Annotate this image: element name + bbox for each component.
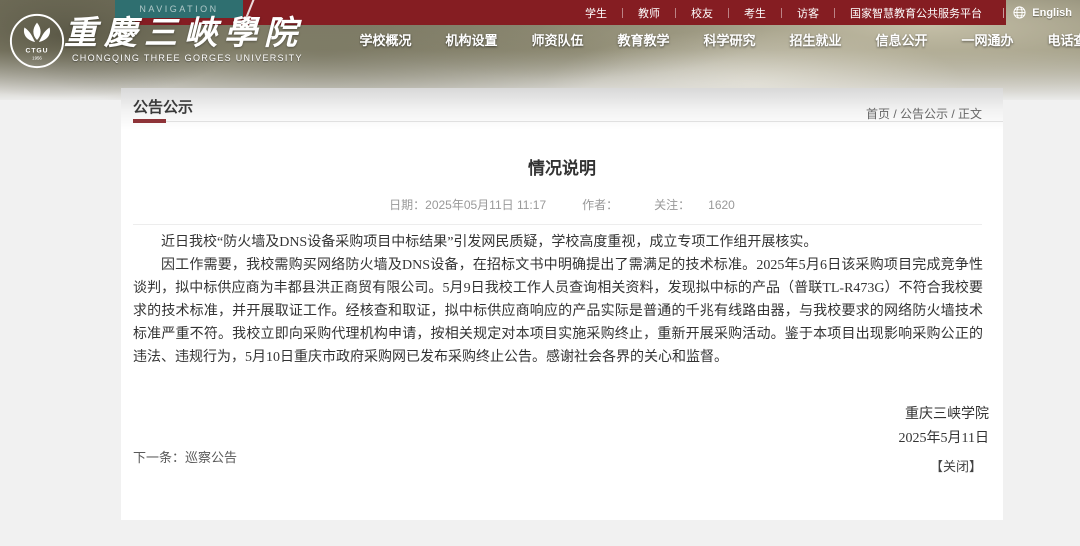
nav-item-online-services[interactable]: 一网通办 [961, 30, 1014, 52]
topbar-link-visitors[interactable]: 访客 [782, 5, 834, 21]
topbar-link-applicants[interactable]: 考生 [729, 5, 781, 21]
nav-item-faculty[interactable]: 师资队伍 [531, 30, 584, 52]
prev-article-label: 下一条： [133, 450, 185, 465]
article-signature: 重庆三峡学院 2025年5月11日 [899, 403, 989, 451]
nav-item-education[interactable]: 教育教学 [617, 30, 670, 52]
article-body: 近日我校“防火墙及DNS设备采购项目中标结果”引发网民质疑，学校高度重视，成立专… [133, 231, 983, 369]
topbar-link-students[interactable]: 学生 [570, 5, 622, 21]
section-divider [133, 121, 1003, 122]
meta-date-value: 2025年05月11日 11:17 [425, 198, 546, 212]
meta-date-label: 日期： [389, 198, 425, 212]
signature-org: 重庆三峡学院 [899, 403, 989, 427]
nav-item-organizations[interactable]: 机构设置 [445, 30, 498, 52]
main-navigation: 学校概况 机构设置 师资队伍 教育教学 科学研究 招生就业 信息公开 一网通办 … [359, 30, 1080, 52]
meta-views-value: 1620 [708, 198, 735, 212]
topbar-link-smart-education-platform[interactable]: 国家智慧教育公共服务平台 [835, 5, 997, 21]
nav-item-school-overview[interactable]: 学校概况 [359, 30, 412, 52]
nav-item-admissions[interactable]: 招生就业 [789, 30, 842, 52]
nav-item-info-disclosure[interactable]: 信息公开 [875, 30, 928, 52]
topbar-link-alumni[interactable]: 校友 [676, 5, 728, 21]
language-label: English [1032, 7, 1072, 19]
article-paragraph-2: 因工作需要，我校需购买网络防火墙及DNS设备，在招标文书中明确提出了需满足的技术… [133, 254, 983, 369]
university-name-zh[interactable]: 重慶三峽學院 [64, 6, 324, 54]
prev-article-link[interactable]: 巡察公告 [185, 450, 237, 465]
nav-item-phone-directory[interactable]: 电话查询 [1047, 30, 1080, 52]
university-seal-logo[interactable]: CTGU 1956 [8, 12, 66, 70]
meta-divider [133, 224, 982, 225]
close-button[interactable]: 【关闭】 [930, 456, 982, 475]
article-paragraph-1: 近日我校“防火墙及DNS设备采购项目中标结果”引发网民质疑，学校高度重视，成立专… [133, 231, 983, 254]
article-meta: 日期：2025年05月11日 11:17 作者： 关注： 1620 [121, 196, 1003, 213]
section-title: 公告公示 [133, 96, 193, 117]
university-name-en: CHONGQING THREE GORGES UNIVERSITY [72, 53, 303, 63]
breadcrumb[interactable]: 首页 / 公告公示 / 正文 [866, 105, 982, 122]
seal-year: 1956 [32, 55, 42, 60]
topbar-link-faculty[interactable]: 教师 [623, 5, 675, 21]
separator [1003, 8, 1004, 18]
prev-article-row: 下一条：巡察公告 [133, 447, 237, 466]
nav-item-research[interactable]: 科学研究 [703, 30, 756, 52]
section-divider-accent [133, 119, 166, 123]
topbar-links: 学生 教师 校友 考生 访客 国家智慧教育公共服务平台 [570, 0, 997, 25]
signature-date: 2025年5月11日 [899, 427, 989, 451]
language-switch-english[interactable]: English [1003, 0, 1072, 25]
seal-acronym: CTGU [26, 48, 49, 55]
globe-icon [1013, 6, 1026, 19]
article-title: 情况说明 [121, 154, 1003, 179]
content-card: 公告公示 首页 / 公告公示 / 正文 情况说明 日期：2025年05月11日 … [121, 88, 1003, 520]
meta-author-label: 作者： [582, 198, 618, 212]
meta-views-label: 关注： [654, 198, 690, 212]
site-header: NAVIGATION CTGU 1956 重慶三峽學院 CHONGQING TH… [0, 0, 1080, 100]
